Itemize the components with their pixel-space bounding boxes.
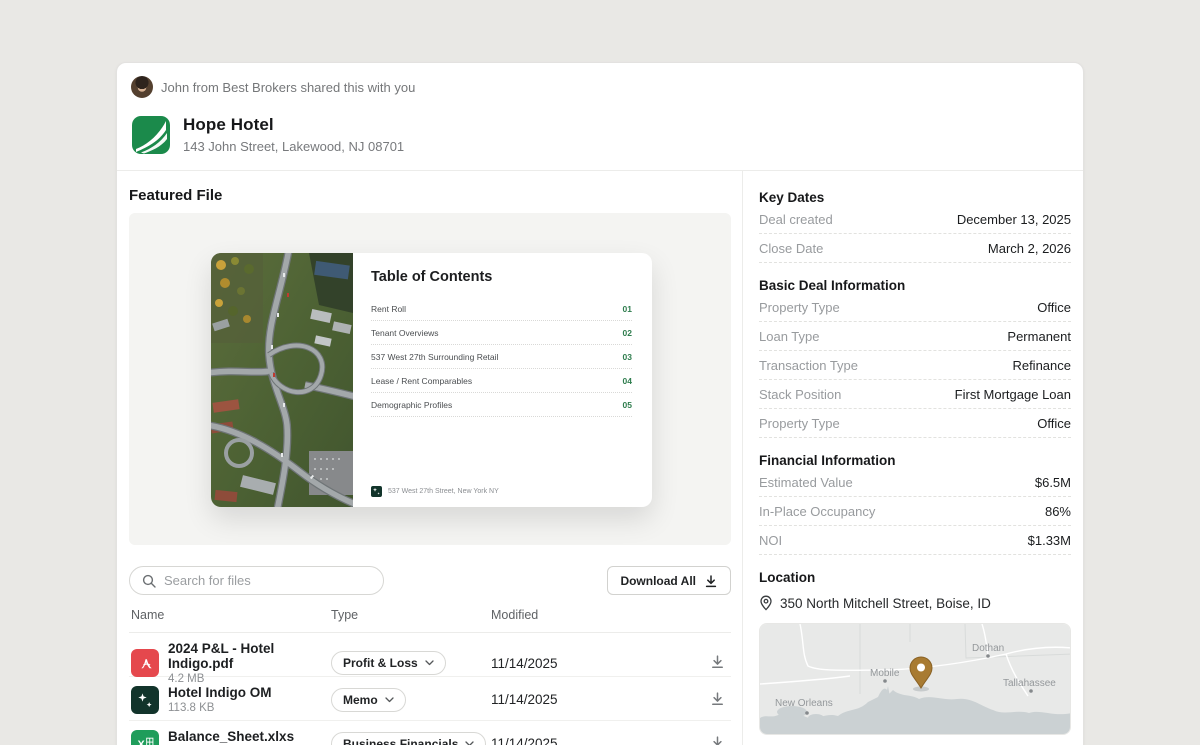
- download-file-button[interactable]: [708, 689, 727, 711]
- svg-text:X: X: [138, 739, 146, 745]
- location-address: 350 North Mitchell Street, Boise, ID: [780, 596, 991, 611]
- featured-file-box: Table of Contents Rent Roll 01 Tenant Ov…: [129, 213, 731, 545]
- toc-item: Tenant Overviews 02: [371, 321, 632, 345]
- download-icon: [704, 574, 718, 588]
- kv-row: Transaction Type Refinance: [759, 351, 1071, 380]
- search-input[interactable]: [164, 573, 371, 588]
- toc-item: Lease / Rent Comparables 04: [371, 369, 632, 393]
- file-row-pdf[interactable]: 2024 P&L - Hotel Indigo.pdf 4.2 MB Profi…: [129, 633, 731, 677]
- chevron-down-icon: [465, 741, 474, 745]
- deal-share-card: John from Best Brokers shared this with …: [116, 62, 1084, 745]
- file-name: Hotel Indigo OM: [168, 685, 272, 700]
- section-title: Basic Deal Information: [759, 278, 1071, 293]
- sparkle-file-icon: [131, 686, 159, 714]
- file-size: 113.8 KB: [168, 702, 272, 714]
- map-pin-outline-icon: [759, 595, 773, 611]
- chevron-down-icon: [425, 660, 434, 666]
- main-pane: Featured File: [117, 171, 743, 745]
- file-row-xlsx[interactable]: X Balance_Sheet.xlxs 43.8 KB: [129, 721, 731, 745]
- toc-item: 537 West 27th Surrounding Retail 03: [371, 345, 632, 369]
- section-title: Location: [759, 570, 1071, 585]
- location-address-row: 350 North Mitchell Street, Boise, ID: [759, 595, 1071, 611]
- toc-footer-address: 537 West 27th Street, New York NY: [388, 488, 499, 495]
- financial-section: Financial Information Estimated Value $6…: [759, 453, 1071, 555]
- file-search-box[interactable]: [129, 566, 384, 595]
- file-modified-date: 11/14/2025: [491, 692, 695, 707]
- deal-title-block: Hope Hotel 143 John Street, Lakewood, NJ…: [183, 115, 404, 154]
- file-modified-date: 11/14/2025: [491, 656, 695, 671]
- toc-footer: 537 West 27th Street, New York NY: [371, 486, 499, 497]
- aerial-photo-thumbnail: [211, 253, 353, 507]
- file-name: Balance_Sheet.xlxs: [168, 729, 294, 744]
- chevron-down-icon: [385, 697, 394, 703]
- location-section: Location 350 North Mitchell Street, Bois…: [759, 570, 1071, 735]
- table-of-contents-panel: Table of Contents Rent Roll 01 Tenant Ov…: [353, 253, 652, 507]
- file-modified-date: 11/14/2025: [491, 736, 695, 745]
- section-title: Key Dates: [759, 190, 1071, 205]
- excel-file-icon: X: [131, 730, 159, 745]
- files-toolbar: Download All: [129, 566, 731, 595]
- section-title: Financial Information: [759, 453, 1071, 468]
- kv-row: In-Place Occupancy 86%: [759, 497, 1071, 526]
- download-icon: [710, 654, 725, 669]
- shared-by-text: John from Best Brokers shared this with …: [161, 80, 415, 95]
- toc-item: Demographic Profiles 05: [371, 393, 632, 417]
- location-map[interactable]: New Orleans Mobile Dothan Tallahassee: [759, 623, 1071, 735]
- file-type-dropdown[interactable]: Profit & Loss: [331, 651, 446, 675]
- kv-row: Loan Type Permanent: [759, 322, 1071, 351]
- deal-name: Hope Hotel: [183, 115, 404, 135]
- broker-avatar: [131, 76, 153, 98]
- file-name: 2024 P&L - Hotel Indigo.pdf: [168, 641, 331, 671]
- card-header: John from Best Brokers shared this with …: [117, 63, 1083, 171]
- column-header-name: Name: [131, 608, 331, 622]
- toc-item: Rent Roll 01: [371, 297, 632, 321]
- column-header-type: Type: [331, 608, 491, 622]
- kv-row: Estimated Value $6.5M: [759, 468, 1071, 497]
- download-icon: [710, 691, 725, 706]
- file-type-dropdown[interactable]: Memo: [331, 688, 406, 712]
- featured-file-preview[interactable]: Table of Contents Rent Roll 01 Tenant Ov…: [211, 253, 652, 507]
- file-type-dropdown[interactable]: Business Financials: [331, 732, 486, 745]
- column-header-modified: Modified: [491, 608, 695, 622]
- deal-info-sidebar: Key Dates Deal created December 13, 2025…: [743, 171, 1083, 745]
- deal-address: 143 John Street, Lakewood, NJ 08701: [183, 139, 404, 154]
- kv-row: NOI $1.33M: [759, 526, 1071, 555]
- key-dates-section: Key Dates Deal created December 13, 2025…: [759, 190, 1071, 263]
- download-file-button[interactable]: [708, 652, 727, 674]
- map-label-tallahassee: Tallahassee: [1003, 678, 1056, 689]
- file-size: 4.2 MB: [168, 673, 331, 685]
- basic-deal-section: Basic Deal Information Property Type Off…: [759, 278, 1071, 438]
- kv-row: Close Date March 2, 2026: [759, 234, 1071, 263]
- map-label-dothan: Dothan: [972, 643, 1004, 654]
- map-label-mobile: Mobile: [870, 668, 900, 679]
- kv-row: Property Type Office: [759, 409, 1071, 438]
- deal-identity-row: Hope Hotel 143 John Street, Lakewood, NJ…: [131, 115, 1069, 154]
- pdf-file-icon: [131, 649, 159, 677]
- file-table-header: Name Type Modified: [129, 595, 731, 633]
- sparkle-icon: [371, 486, 382, 497]
- deal-logo-icon: [132, 116, 170, 154]
- featured-file-title: Featured File: [129, 187, 731, 204]
- search-icon: [142, 574, 156, 588]
- download-file-button[interactable]: [708, 733, 727, 745]
- kv-row: Property Type Office: [759, 293, 1071, 322]
- shared-by-row: John from Best Brokers shared this with …: [131, 76, 1069, 98]
- toc-title: Table of Contents: [371, 269, 632, 285]
- download-all-button[interactable]: Download All: [607, 566, 731, 595]
- kv-row: Deal created December 13, 2025: [759, 205, 1071, 234]
- map-label-new-orleans: New Orleans: [775, 698, 833, 709]
- download-icon: [710, 735, 725, 745]
- kv-row: Stack Position First Mortgage Loan: [759, 380, 1071, 409]
